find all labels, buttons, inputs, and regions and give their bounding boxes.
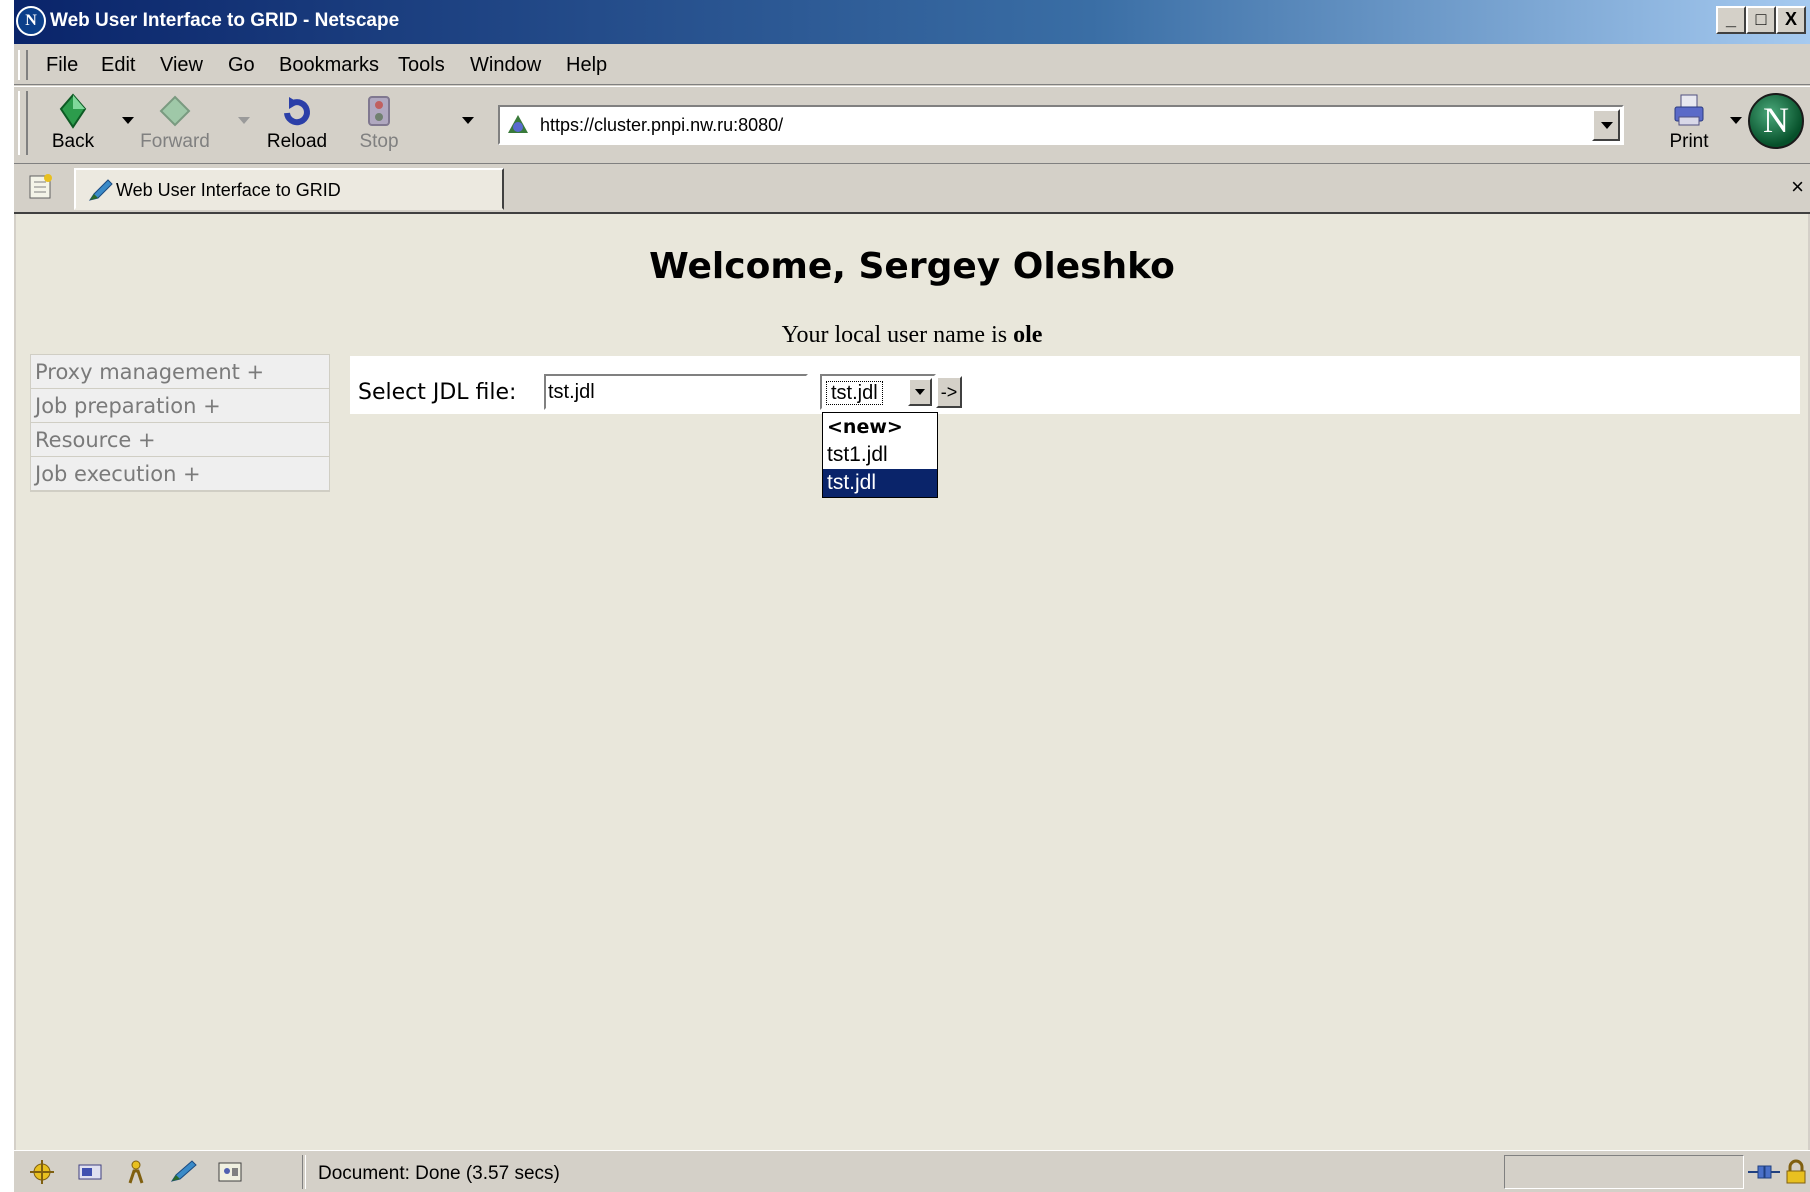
reload-button[interactable]: Reload xyxy=(262,93,332,159)
navigation-toolbar: Back Forward Reload Stop https://cluster… xyxy=(14,86,1810,164)
sidebar-item-resource[interactable]: Resource + xyxy=(31,423,329,457)
pen-favicon-icon xyxy=(88,179,113,201)
menu-view[interactable]: View xyxy=(160,54,203,77)
url-input[interactable] xyxy=(540,111,1560,139)
status-bar: Document: Done (3.57 secs) xyxy=(14,1150,1810,1192)
window-title: Web User Interface to GRID - Netscape xyxy=(50,10,400,31)
instant-messenger-icon[interactable] xyxy=(122,1159,150,1185)
jdl-option-new[interactable]: <new> xyxy=(823,413,937,441)
navigator-icon[interactable] xyxy=(28,1159,56,1185)
menu-grip-icon xyxy=(18,50,28,80)
new-tab-icon[interactable] xyxy=(26,172,56,202)
jdl-file-select[interactable]: tst.jdl xyxy=(820,374,936,410)
reload-label: Reload xyxy=(266,131,328,152)
tab-web-user-interface[interactable]: Web User Interface to GRID xyxy=(74,168,504,210)
jdl-go-button[interactable]: -> xyxy=(936,376,962,408)
jdl-file-input[interactable] xyxy=(544,374,808,410)
menu-bookmarks[interactable]: Bookmarks xyxy=(279,54,379,77)
maximize-button[interactable]: □ xyxy=(1746,6,1776,34)
status-progress-panel xyxy=(1504,1155,1744,1189)
page-content: Welcome, Sergey Oleshko Your local user … xyxy=(16,214,1808,1150)
title-bar[interactable]: N Web User Interface to GRID - Netscape … xyxy=(14,0,1810,44)
sidebar-item-job-execution[interactable]: Job execution + xyxy=(31,457,329,491)
forward-label: Forward xyxy=(140,131,210,152)
tab-bar: Web User Interface to GRID × xyxy=(14,164,1810,214)
jdl-select-arrow-icon[interactable] xyxy=(908,378,932,406)
online-plug-icon[interactable] xyxy=(1748,1159,1780,1185)
url-history-dropdown-button[interactable] xyxy=(1592,109,1620,141)
menu-tools[interactable]: Tools xyxy=(398,54,445,77)
print-button[interactable]: Print xyxy=(1654,93,1724,159)
back-label: Back xyxy=(51,131,95,152)
toolbar-grip-icon xyxy=(18,91,28,155)
browser-window: N Web User Interface to GRID - Netscape … xyxy=(14,0,1810,1192)
mail-icon[interactable] xyxy=(76,1159,104,1185)
page-title: Welcome, Sergey Oleshko xyxy=(649,246,1175,287)
username-prefix: Your local user name is xyxy=(781,322,1014,348)
status-text: Document: Done (3.57 secs) xyxy=(318,1163,560,1184)
site-icon xyxy=(508,115,528,133)
back-history-arrow-icon[interactable] xyxy=(122,117,134,124)
back-button[interactable]: Back xyxy=(38,93,108,159)
sidebar-menu: Proxy management + Job preparation + Res… xyxy=(30,354,330,492)
jdl-select-panel: Select JDL file: tst.jdl -> xyxy=(350,356,1800,414)
composer-icon[interactable] xyxy=(170,1159,198,1185)
sidebar-item-proxy-management[interactable]: Proxy management + xyxy=(31,355,329,389)
netscape-logo-icon: N xyxy=(16,6,46,36)
stop-menu-arrow-icon[interactable] xyxy=(462,117,474,124)
menu-file[interactable]: File xyxy=(46,54,78,77)
printer-icon xyxy=(1674,94,1704,126)
jdl-option-tst[interactable]: tst.jdl xyxy=(823,469,937,497)
reload-icon xyxy=(284,97,310,126)
netscape-throbber-icon[interactable]: N xyxy=(1748,93,1804,149)
url-bar[interactable] xyxy=(498,105,1624,145)
jdl-option-tst1[interactable]: tst1.jdl xyxy=(823,441,937,469)
local-username-line: Your local user name is ole xyxy=(16,322,1808,349)
forward-button: Forward xyxy=(140,93,210,159)
menu-window[interactable]: Window xyxy=(470,54,541,77)
sidebar-item-job-preparation[interactable]: Job preparation + xyxy=(31,389,329,423)
security-lock-icon[interactable] xyxy=(1784,1159,1808,1185)
forward-history-arrow-icon xyxy=(238,117,250,124)
jdl-file-label: Select JDL file: xyxy=(358,380,517,405)
menu-help[interactable]: Help xyxy=(566,54,607,77)
stop-icon xyxy=(368,96,390,126)
username-value: ole xyxy=(1013,322,1043,348)
address-book-icon[interactable] xyxy=(216,1159,244,1185)
status-divider xyxy=(302,1155,306,1189)
stop-label: Stop xyxy=(359,131,399,152)
stop-button: Stop xyxy=(344,93,414,159)
jdl-selected-value: tst.jdl xyxy=(826,381,883,405)
tab-label: Web User Interface to GRID xyxy=(116,180,341,200)
print-menu-arrow-icon[interactable] xyxy=(1730,117,1742,124)
close-tab-icon[interactable]: × xyxy=(1791,174,1804,200)
forward-arrow-icon xyxy=(159,95,191,127)
minimize-button[interactable]: _ xyxy=(1716,6,1746,34)
menu-go[interactable]: Go xyxy=(228,54,255,77)
back-arrow-icon xyxy=(59,93,87,129)
menu-edit[interactable]: Edit xyxy=(101,54,135,77)
print-label: Print xyxy=(1669,131,1709,152)
menu-bar: File Edit View Go Bookmarks Tools Window… xyxy=(14,46,1810,85)
close-window-button[interactable]: X xyxy=(1776,6,1806,34)
jdl-options-list: <new> tst1.jdl tst.jdl xyxy=(822,412,938,498)
